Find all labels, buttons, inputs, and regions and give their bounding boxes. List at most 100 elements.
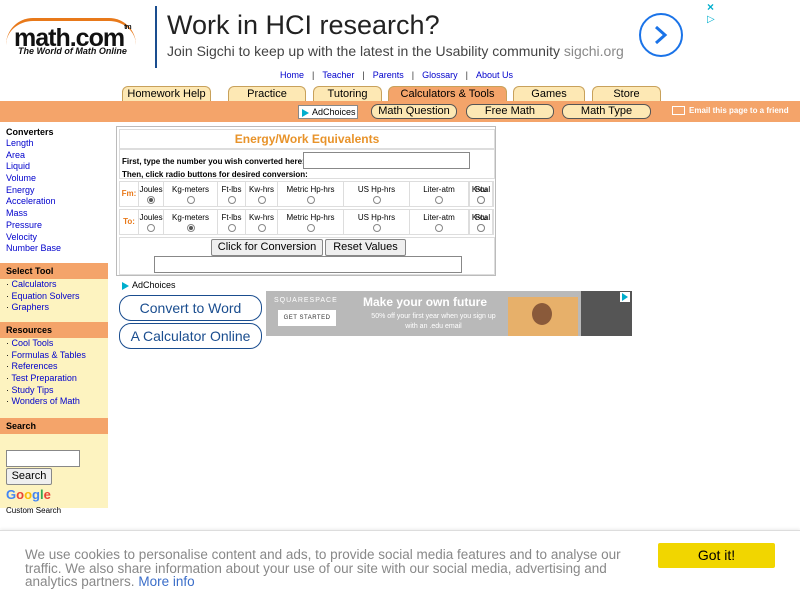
convert-value-input[interactable] [303,152,470,169]
bullet: · [6,361,9,372]
sidebar-link-calculators[interactable]: Calculators [12,279,57,289]
sidebar-link-number-base[interactable]: Number Base [6,243,61,253]
sidebar-item: Acceleration [6,196,102,208]
from-radio-joules[interactable] [147,196,155,204]
cookie-more-info-link[interactable]: More info [138,574,194,589]
sidebar-link-pressure[interactable]: Pressure [6,220,42,230]
from-radio-kw-hrs[interactable] [257,196,266,204]
ad-info-icon[interactable] [620,292,630,302]
google-logo: Google [6,487,51,502]
sidebar-link-velocity[interactable]: Velocity [6,232,37,242]
sidebar-link-liquid[interactable]: Liquid [6,161,30,171]
email-page-link[interactable]: Email this page to a friend [672,106,789,116]
top-link-about-us[interactable]: About Us [476,70,513,80]
ad-photo-person [532,303,552,325]
to-radio-ft-lbs[interactable] [227,224,236,232]
sidebar-item: · References [6,361,102,373]
top-link-glossary[interactable]: Glossary [422,70,458,80]
sidebar-item: · Wonders of Math [6,396,102,408]
sidebar-link-test-preparation[interactable]: Test Preparation [11,373,77,383]
to-radio-metric-hp-hrs[interactable] [306,224,315,232]
to-radio-btu[interactable] [477,224,485,232]
from-radio-kg-meters[interactable] [186,196,195,204]
top-link-home[interactable]: Home [280,70,304,80]
ad-go-button[interactable] [639,13,683,57]
from-radio-us-hp-hrs[interactable] [372,196,381,204]
ad-info-icon[interactable]: ▷ [707,14,715,25]
unit-label: Joules [139,213,163,222]
link-separator: | [362,70,365,80]
sidebar-link-formulas-tables[interactable]: Formulas & Tables [12,350,86,360]
logo-tagline: The World of Math Online [18,46,127,56]
link-separator: | [465,70,468,80]
cookie-accept-button[interactable]: Got it! [658,543,775,568]
sidebar-link-mass[interactable]: Mass [6,208,28,218]
sidebar-converters: Converters Length Area Liquid Volume Energy A… [0,126,108,255]
from-unit-cell: Kg-meters [163,181,218,207]
sidebar-item: · Calculators [6,279,102,291]
sidebar-link-acceleration[interactable]: Acceleration [6,196,56,206]
sidebar-item: Liquid [6,161,102,173]
ad-headline[interactable]: Work in HCI research? [167,10,440,41]
top-link-parents[interactable]: Parents [373,70,404,80]
ad-close-icon[interactable]: × [707,0,714,14]
conversion-result-field[interactable] [154,256,462,273]
free-math-pill[interactable]: Free Math [466,104,554,119]
to-radio-liter-atm[interactable] [435,224,443,232]
tab-practice[interactable]: Practice [228,86,306,102]
sidebar-link-equation-solvers[interactable]: Equation Solvers [12,291,80,301]
convert-to-word-ad[interactable]: Convert to Word [119,295,262,321]
bullet: · [6,384,9,395]
bullet: · [6,396,9,407]
unit-label: Kg-meters [172,213,209,222]
tab-store[interactable]: Store [592,86,661,102]
tab-games[interactable]: Games [513,86,585,102]
sidebar-link-volume[interactable]: Volume [6,173,36,183]
sidebar-link-references[interactable]: References [12,361,58,371]
to-radio-kw-hrs[interactable] [257,224,266,232]
adchoices-icon [302,108,309,117]
sidebar-link-wonders-of-math[interactable]: Wonders of Math [12,396,80,406]
to-row-label: To: [119,209,139,235]
unit-label: Liter-atm [423,213,455,222]
tab-homework-help[interactable]: Homework Help [122,86,211,102]
to-radio-kg-meters[interactable] [186,224,195,232]
ad-subline[interactable]: Join Sigchi to keep up with the latest i… [167,43,624,59]
top-link-teacher[interactable]: Teacher [322,70,354,80]
tab-tutoring[interactable]: Tutoring [313,86,382,102]
link-separator: | [411,70,415,80]
math-question-pill[interactable]: Math Question [371,104,457,119]
sidebar-link-graphers[interactable]: Graphers [12,302,50,312]
from-unit-cell: Metric Hp-hrs [277,181,344,207]
get-started-button[interactable]: GET STARTED [278,310,336,326]
sidebar-heading-converters: Converters [6,127,54,137]
unit-label: US Hp-hrs [357,213,396,222]
unit-label: Btu [474,213,487,222]
adchoices-button[interactable]: AdChoices [298,105,358,119]
from-radio-metric-hp-hrs[interactable] [306,196,315,204]
from-radio-ft-lbs[interactable] [227,196,236,204]
to-radio-us-hp-hrs[interactable] [372,224,381,232]
site-logo[interactable]: math.comtm The World of Math Online [4,18,144,58]
sidebar-link-length[interactable]: Length [6,138,34,148]
math-type-pill[interactable]: Math Type [562,104,651,119]
sidebar-link-energy[interactable]: Energy [6,185,35,195]
calculator-online-ad[interactable]: A Calculator Online [119,323,262,349]
to-radio-joules[interactable] [147,224,155,232]
sidebar-link-study-tips[interactable]: Study Tips [12,385,54,395]
tab-calculators-tools[interactable]: Calculators & Tools [388,86,507,102]
unit-label: Kg-meters [172,185,209,194]
from-radio-btu[interactable] [477,196,485,204]
unit-label: Kw-hrs [249,213,274,222]
search-button[interactable]: Search [6,468,52,485]
sidebar-link-area[interactable]: Area [6,150,25,160]
squarespace-ad[interactable]: SQUARESPACE GET STARTED Make your own fu… [266,291,632,336]
reset-button[interactable]: Reset Values [325,239,406,256]
sidebar-link-cool-tools[interactable]: Cool Tools [12,338,54,348]
search-input[interactable] [6,450,80,467]
top-banner-ad[interactable]: Work in HCI research? Join Sigchi to kee… [155,6,722,68]
from-radio-liter-atm[interactable] [435,196,443,204]
convert-button[interactable]: Click for Conversion [211,239,323,256]
adchoices-link[interactable]: AdChoices [122,280,176,290]
bullet: · [6,349,9,360]
